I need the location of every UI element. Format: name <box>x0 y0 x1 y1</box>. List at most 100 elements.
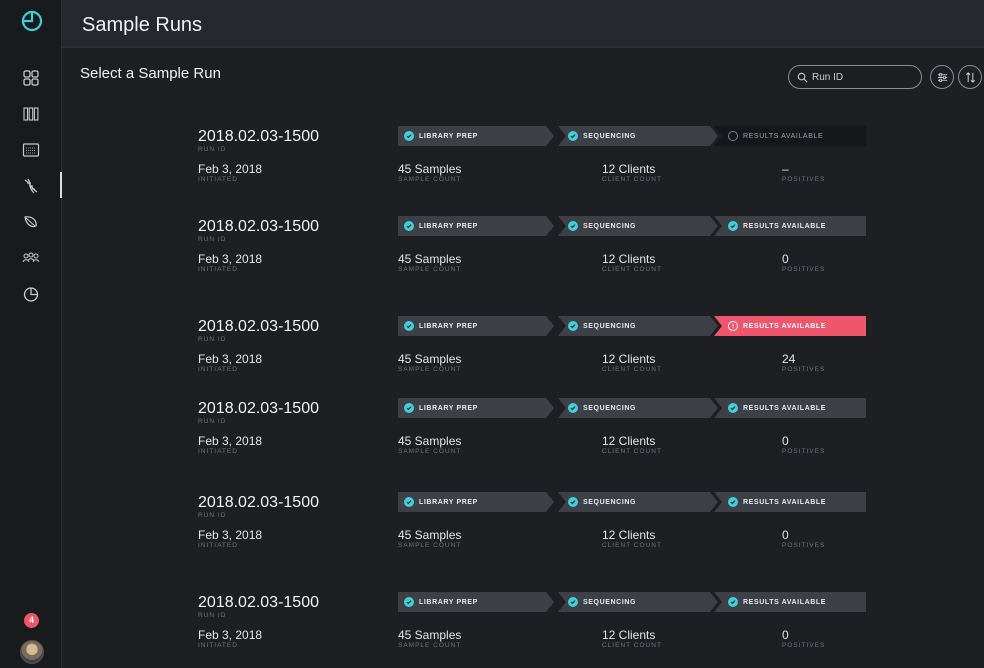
people-icon <box>22 252 40 263</box>
initiated-date: Feb 3, 2018 <box>198 162 263 176</box>
search-input[interactable] <box>812 71 912 83</box>
client-count-label: CLIENT COUNT <box>602 176 662 183</box>
run-row[interactable]: 2018.02.03-1500 RUN ID LIBRARY PREP SEQU… <box>62 316 984 388</box>
positives-label: POSITIVES <box>782 366 826 373</box>
check-icon <box>728 497 738 507</box>
positives-count: 24 <box>782 352 796 366</box>
stage-label: LIBRARY PREP <box>419 598 478 606</box>
client-count: 12 Clients <box>602 162 656 176</box>
run-id-label: RUN ID <box>198 512 227 519</box>
pie-chart-icon <box>23 287 39 302</box>
check-icon <box>404 497 414 507</box>
sidebar-item-dashboard[interactable] <box>0 60 62 96</box>
check-icon <box>404 131 414 141</box>
stage-results-available: RESULTS AVAILABLE <box>714 316 866 336</box>
calendar-grid-icon <box>22 143 40 157</box>
sample-count: 45 Samples <box>398 252 462 266</box>
initiated-label: INITIATED <box>198 448 238 455</box>
stage-library-prep: LIBRARY PREP <box>398 316 554 336</box>
sidebar-item-plates[interactable] <box>0 96 62 132</box>
stage-label: RESULTS AVAILABLE <box>743 222 827 230</box>
sample-count-label: SAMPLE COUNT <box>398 448 462 455</box>
sample-count-label: SAMPLE COUNT <box>398 176 462 183</box>
stage-results-available: RESULTS AVAILABLE <box>714 216 866 236</box>
positives-label: POSITIVES <box>782 642 826 649</box>
check-icon <box>568 497 578 507</box>
pie-logo-icon[interactable] <box>20 8 44 32</box>
run-row[interactable]: 2018.02.03-1500 RUN ID LIBRARY PREP SEQU… <box>62 398 984 470</box>
stage-library-prep: LIBRARY PREP <box>398 398 554 418</box>
search-field[interactable] <box>788 65 922 89</box>
client-count: 12 Clients <box>602 528 656 542</box>
run-id-label: RUN ID <box>198 236 227 243</box>
run-row[interactable]: 2018.02.03-1500 RUN ID LIBRARY PREP SEQU… <box>62 592 984 664</box>
stage-label: RESULTS AVAILABLE <box>743 132 824 140</box>
positives-count: 0 <box>782 528 789 542</box>
dna-icon <box>24 178 38 194</box>
initiated-label: INITIATED <box>198 266 238 273</box>
client-count-label: CLIENT COUNT <box>602 266 662 273</box>
initiated-date: Feb 3, 2018 <box>198 528 263 542</box>
run-row[interactable]: 2018.02.03-1500 RUN ID LIBRARY PREP SEQU… <box>62 216 984 288</box>
run-id-label: RUN ID <box>198 336 227 343</box>
positives-label: POSITIVES <box>782 448 826 455</box>
positives-count: 0 <box>782 628 789 642</box>
stage-results-available: RESULTS AVAILABLE <box>714 398 866 418</box>
run-id: 2018.02.03-1500 <box>198 400 319 417</box>
leaf-icon <box>24 216 37 228</box>
stage-label: LIBRARY PREP <box>419 404 478 412</box>
avatar[interactable] <box>20 640 44 664</box>
stage-label: SEQUENCING <box>583 222 637 230</box>
client-count: 12 Clients <box>602 628 656 642</box>
sidebar-item-sequencer[interactable] <box>0 132 62 168</box>
initiated-date: Feb 3, 2018 <box>198 434 263 448</box>
sidebar: 4 <box>0 0 62 668</box>
stage-results-available: RESULTS AVAILABLE <box>714 592 866 612</box>
sort-button[interactable] <box>958 65 982 89</box>
client-count-label: CLIENT COUNT <box>602 366 662 373</box>
run-id-label: RUN ID <box>198 612 227 619</box>
run-id: 2018.02.03-1500 <box>198 218 319 235</box>
run-row[interactable]: 2018.02.03-1500 RUN ID LIBRARY PREP SEQU… <box>62 126 984 198</box>
client-count-label: CLIENT COUNT <box>602 642 662 649</box>
sidebar-item-sample-runs[interactable] <box>0 168 62 204</box>
stage-label: SEQUENCING <box>583 598 637 606</box>
sidebar-item-reports[interactable] <box>0 276 62 312</box>
search-icon <box>797 72 808 82</box>
check-icon <box>568 597 578 607</box>
status-pipeline: LIBRARY PREP SEQUENCING RESULTS AVAILABL… <box>398 592 866 612</box>
stage-label: SEQUENCING <box>583 498 637 506</box>
run-id-label: RUN ID <box>198 418 227 425</box>
stage-label: SEQUENCING <box>583 322 637 330</box>
stage-label: LIBRARY PREP <box>419 222 478 230</box>
run-id: 2018.02.03-1500 <box>198 494 319 511</box>
sidebar-item-specimens[interactable] <box>0 204 62 240</box>
stage-label: LIBRARY PREP <box>419 498 478 506</box>
client-count-label: CLIENT COUNT <box>602 542 662 549</box>
stage-library-prep: LIBRARY PREP <box>398 216 554 236</box>
stage-library-prep: LIBRARY PREP <box>398 492 554 512</box>
positives-count: 0 <box>782 434 789 448</box>
positives-label: POSITIVES <box>782 266 826 273</box>
stage-results-available: RESULTS AVAILABLE <box>714 492 866 512</box>
sample-count: 45 Samples <box>398 528 462 542</box>
initiated-date: Feb 3, 2018 <box>198 252 263 266</box>
section-title: Select a Sample Run <box>80 65 221 82</box>
client-count-label: CLIENT COUNT <box>602 448 662 455</box>
filter-button[interactable] <box>930 65 954 89</box>
initiated-date: Feb 3, 2018 <box>198 352 263 366</box>
status-pipeline: LIBRARY PREP SEQUENCING RESULTS AVAILABL… <box>398 216 866 236</box>
top-bar: Sample Runs <box>62 0 984 48</box>
stage-sequencing: SEQUENCING <box>558 492 718 512</box>
check-icon <box>404 403 414 413</box>
sample-count-label: SAMPLE COUNT <box>398 366 462 373</box>
notification-badge[interactable]: 4 <box>24 613 39 628</box>
stage-sequencing: SEQUENCING <box>558 216 718 236</box>
stage-sequencing: SEQUENCING <box>558 316 718 336</box>
positives-count: – <box>782 162 789 176</box>
list-toolbar: Select a Sample Run <box>62 48 984 104</box>
sidebar-item-clients[interactable] <box>0 240 62 276</box>
run-row[interactable]: 2018.02.03-1500 RUN ID LIBRARY PREP SEQU… <box>62 492 984 564</box>
status-pipeline: LIBRARY PREP SEQUENCING RESULTS AVAILABL… <box>398 398 866 418</box>
run-id: 2018.02.03-1500 <box>198 318 319 335</box>
